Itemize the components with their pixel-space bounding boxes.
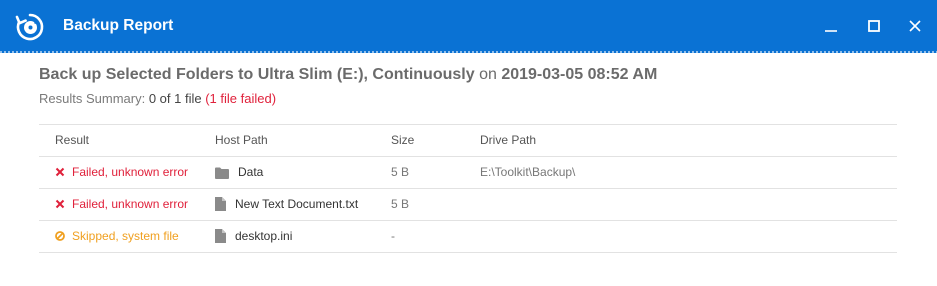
result-text: Failed, unknown error — [72, 197, 189, 211]
header-host-path[interactable]: Host Path — [215, 125, 268, 156]
file-icon — [215, 197, 226, 211]
close-button[interactable] — [904, 15, 926, 37]
title-bar[interactable]: Backup Report — [0, 0, 937, 53]
report-headline: Back up Selected Folders to Ultra Slim (… — [39, 66, 657, 84]
size-cell: 5 B — [391, 197, 410, 211]
result-cell: Skipped, system file — [55, 221, 179, 252]
result-cell: Failed, unknown error — [55, 157, 188, 188]
window-title: Backup Report — [63, 17, 174, 34]
header-drive-path[interactable]: Drive Path — [480, 125, 536, 156]
drive-path-cell: E:\Toolkit\Backup\ — [480, 165, 576, 179]
header-result[interactable]: Result — [55, 125, 89, 156]
size-cell: 5 B — [391, 165, 410, 179]
table-row[interactable]: Skipped, system file desktop.ini - — [39, 220, 897, 253]
maximize-icon — [868, 20, 880, 32]
skipped-icon — [55, 231, 65, 241]
maximize-button[interactable] — [863, 15, 885, 37]
host-path-text: Data — [238, 165, 264, 179]
minimize-icon — [825, 30, 837, 32]
minimize-button[interactable] — [820, 15, 842, 37]
summary-label: Results Summary: — [39, 91, 146, 106]
header-size[interactable]: Size — [391, 125, 414, 156]
table-row[interactable]: Failed, unknown error New Text Document.… — [39, 188, 897, 220]
job-description: Back up Selected Folders to Ultra Slim (… — [39, 66, 475, 83]
results-summary: Results Summary: 0 of 1 file (1 file fai… — [39, 91, 276, 106]
failed-x-icon — [55, 167, 65, 177]
table-row[interactable]: Failed, unknown error Data 5 B E:\Toolki… — [39, 156, 897, 188]
on-word: on — [479, 66, 497, 83]
table-header-row: Result Host Path Size Drive Path — [39, 124, 897, 156]
host-path-text: New Text Document.txt — [235, 197, 359, 211]
file-icon — [215, 229, 226, 243]
backup-disc-icon — [15, 13, 44, 41]
summary-count: 0 of 1 file — [148, 91, 202, 106]
failed-x-icon — [55, 199, 65, 209]
host-path-cell: New Text Document.txt — [215, 189, 358, 220]
results-table: Result Host Path Size Drive Path Failed,… — [39, 124, 897, 253]
host-path-cell: Data — [215, 157, 263, 188]
host-path-cell: desktop.ini — [215, 221, 292, 252]
report-datetime: 2019-03-05 08:52 AM — [501, 66, 658, 83]
result-text: Failed, unknown error — [72, 165, 189, 179]
host-path-text: desktop.ini — [235, 229, 293, 243]
backup-report-window: Backup Report Back up Selected Folders t… — [0, 0, 937, 286]
result-text: Skipped, system file — [72, 229, 179, 243]
result-cell: Failed, unknown error — [55, 189, 188, 220]
folder-icon — [215, 167, 229, 179]
summary-failed: (1 file failed) — [205, 91, 277, 106]
close-icon — [909, 20, 921, 32]
size-cell: - — [391, 229, 395, 243]
